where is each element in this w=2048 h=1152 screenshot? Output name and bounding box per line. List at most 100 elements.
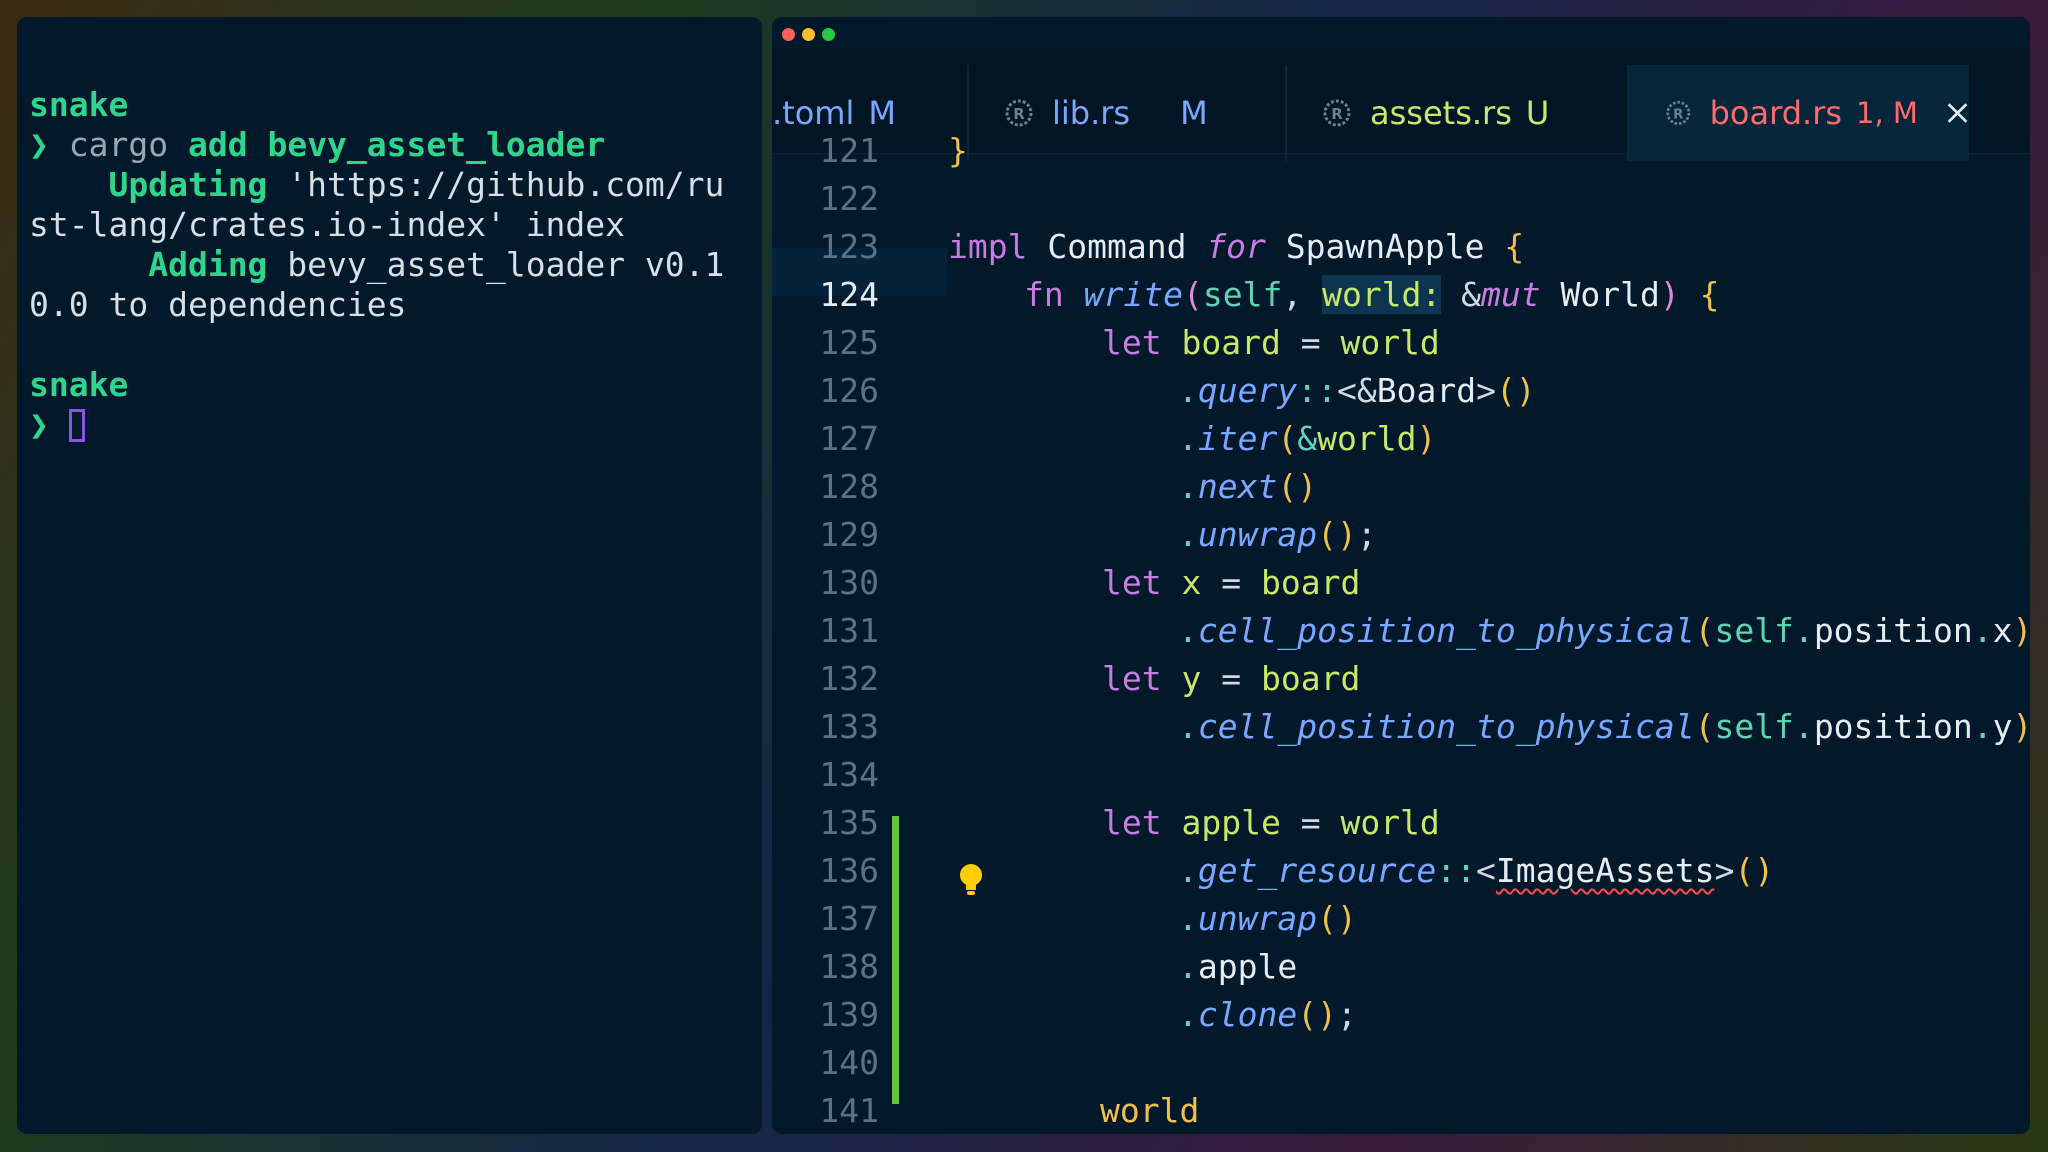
terminal-line: Updating 'https://github.com/ru [29, 165, 724, 205]
tab-label: lib.rs [1052, 94, 1131, 132]
code-token: board [1260, 563, 1361, 602]
code-token: World [1560, 275, 1660, 314]
line-number: 122 [819, 179, 879, 218]
code-token: world [1340, 803, 1440, 842]
code-token: self [1714, 611, 1794, 650]
line-number: 139 [819, 995, 879, 1034]
updating-label: Updating [108, 165, 268, 204]
code-token: let [1102, 323, 1162, 362]
code-token: } [948, 131, 968, 170]
command-subcommand: add [187, 125, 248, 164]
line-number: 125 [819, 323, 879, 362]
terminal-input-line[interactable]: ❯ [29, 405, 724, 445]
close-icon[interactable] [1946, 100, 1969, 126]
code-token: Command [1047, 227, 1187, 266]
code-token: let [1102, 803, 1162, 842]
line-number: 136 [819, 851, 879, 890]
line-number: 133 [819, 707, 879, 746]
line-number-active: 124 [819, 275, 879, 314]
code-token: query [1197, 371, 1298, 410]
tab-status: 1, M [1856, 96, 1918, 130]
terminal-line: snake [29, 85, 724, 125]
code-token: board [1260, 659, 1361, 698]
code-token: get_resource [1197, 851, 1437, 890]
lightbulb-icon[interactable] [958, 863, 984, 897]
code-token: y [1181, 659, 1202, 698]
tab-divider [1285, 65, 1287, 161]
tab-label: board.rs [1709, 94, 1843, 132]
line-number: 140 [819, 1043, 879, 1082]
prompt-symbol: ❯ [29, 405, 49, 444]
line-number: 135 [819, 803, 879, 842]
prompt-symbol: ❯ [29, 125, 49, 164]
code-token: write [1083, 275, 1183, 314]
zoom-window-icon[interactable] [822, 28, 835, 41]
line-number: 129 [819, 515, 879, 554]
code-editor[interactable]: .toml M R lib.rs M R assets.rs U R board.rs… [772, 17, 2030, 1134]
code-token: cell_position_to_physical [1197, 707, 1695, 746]
svg-text:R: R [1673, 107, 1683, 122]
traffic-light-icons [782, 26, 842, 41]
adding-text: bevy_asset_loader v0.1 [267, 245, 725, 284]
code-token: mut [1481, 275, 1541, 314]
prompt-directory: snake [29, 365, 129, 404]
code-token: clone [1197, 995, 1298, 1034]
git-added-gutter-marker [892, 816, 899, 1104]
close-window-icon[interactable] [782, 28, 795, 41]
line-number: 126 [819, 371, 879, 410]
line-number: 127 [819, 419, 879, 458]
minimize-window-icon[interactable] [802, 28, 815, 41]
code-token: let [1102, 659, 1162, 698]
line-number: 138 [819, 947, 879, 986]
rust-file-icon: R [1323, 99, 1351, 127]
code-token: apple [1181, 803, 1281, 842]
tab-status: M [1180, 94, 1208, 132]
tab-status: U [1525, 94, 1550, 132]
tab-board-rs[interactable]: R board.rs 1, M [1629, 65, 1969, 161]
updating-text-cont: st-lang/crates.io-index' index [29, 205, 626, 244]
code-token: world [1100, 1091, 1200, 1130]
terminal-output: snake ❯ cargo add bevy_asset_loader Upda… [29, 85, 724, 445]
terminal-pane[interactable]: snake ❯ cargo add bevy_asset_loader Upda… [17, 17, 762, 1134]
code-token: apple [1197, 947, 1298, 986]
code-token: x [1992, 611, 2013, 650]
tab-assets-rs[interactable]: R assets.rs U [1322, 65, 1584, 161]
line-number: 134 [819, 755, 879, 794]
code-token: position [1813, 707, 1973, 746]
line-number: 128 [819, 467, 879, 506]
line-number: 137 [819, 899, 879, 938]
code-token: y [1992, 707, 2013, 746]
terminal-line: ❯ cargo add bevy_asset_loader [29, 125, 724, 165]
command-argument: bevy_asset_loader [267, 125, 606, 164]
code-token: x [1181, 563, 1202, 602]
code-token: next [1197, 467, 1278, 506]
line-number: 121 [819, 131, 879, 170]
code-token: impl [948, 227, 1028, 266]
adding-label: Adding [148, 245, 268, 284]
code-token: self [1202, 275, 1283, 314]
code-token-error[interactable]: ImageAssets [1496, 851, 1715, 890]
tab-lib-rs[interactable]: R lib.rs M [1004, 65, 1264, 161]
line-number: 132 [819, 659, 879, 698]
line-number: 141 [819, 1091, 879, 1130]
code-token: fn [1024, 275, 1064, 314]
updating-text: 'https://github.com/ru [267, 165, 725, 204]
rust-file-icon: R [1005, 99, 1033, 127]
code-token: unwrap [1197, 899, 1318, 938]
code-token: cell_position_to_physical [1197, 611, 1695, 650]
svg-text:R: R [1013, 105, 1025, 123]
prompt-directory: snake [29, 85, 129, 124]
code-token: board [1181, 323, 1281, 362]
line-number: 131 [819, 611, 879, 650]
tab-label: assets.rs [1370, 94, 1512, 132]
command-cargo: cargo [68, 125, 169, 164]
code-token: for [1206, 227, 1266, 266]
terminal-line: snake [29, 365, 724, 405]
code-token: world [1317, 419, 1417, 458]
line-number: 130 [819, 563, 879, 602]
code-token: SpawnApple [1285, 227, 1485, 266]
rust-file-icon: R [1666, 101, 1691, 125]
terminal-line: Adding bevy_asset_loader v0.1 [29, 245, 724, 285]
svg-text:R: R [1331, 105, 1343, 123]
